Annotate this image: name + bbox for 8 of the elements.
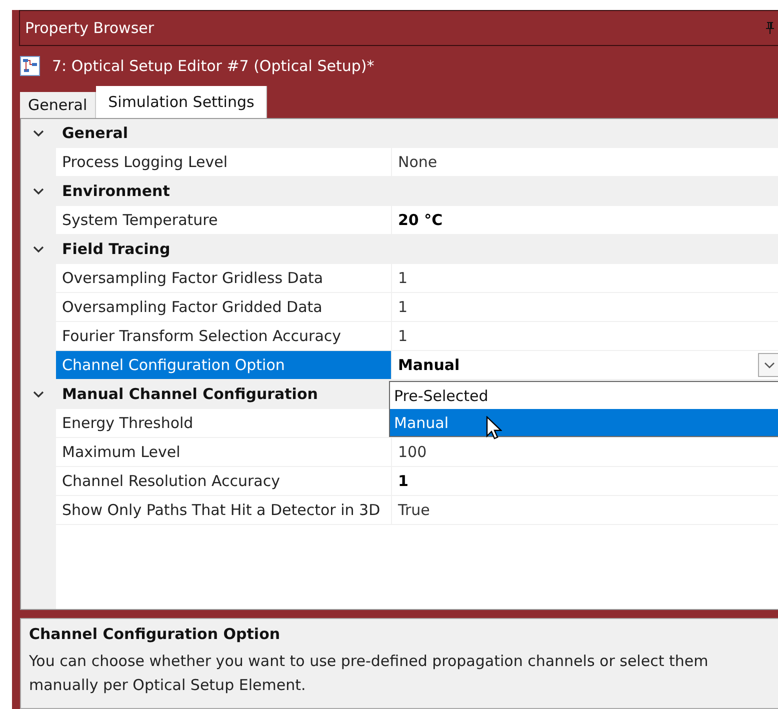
help-text: You can choose whether you want to use pre-defined propagation channels or select them manually per Optical Setup Element.	[29, 651, 710, 696]
editor-title: 7: Optical Setup Editor #7 (Optical Setup)*	[52, 57, 374, 75]
category-label: Field Tracing	[61, 240, 170, 258]
category-label: Manual Channel Configuration	[61, 385, 318, 403]
help-title: Channel Configuration Option	[29, 625, 282, 643]
category-label: Environment	[61, 182, 170, 200]
category-label: General	[61, 124, 128, 142]
panel-title: Property Browser	[25, 19, 154, 37]
